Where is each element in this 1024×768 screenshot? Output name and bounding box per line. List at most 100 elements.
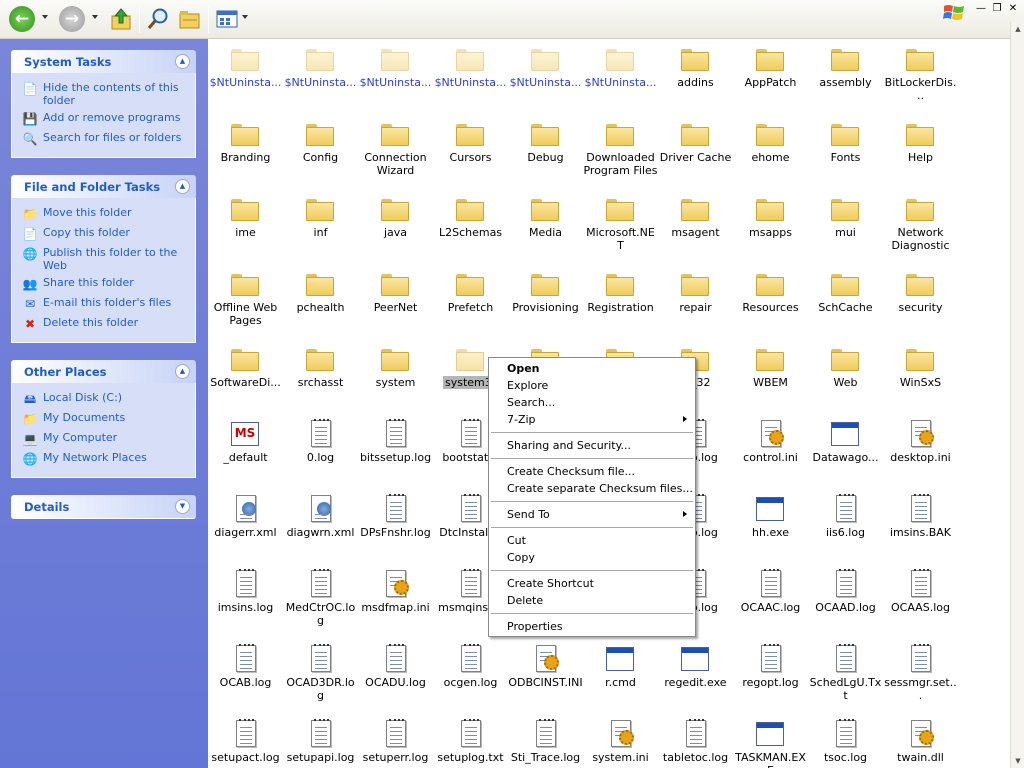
collapse-chevron-icon[interactable]: ▲ [175, 364, 190, 379]
folder-item[interactable]: Debug [508, 114, 583, 189]
scroll-down-icon[interactable]: ▼ [1011, 754, 1024, 768]
folder-item[interactable]: WBEM [733, 339, 808, 414]
restore-button[interactable]: ❐ [990, 2, 1004, 16]
file-item[interactable]: OCAAS.log [883, 564, 958, 639]
file-item[interactable]: imsins.log [208, 564, 283, 639]
file-item[interactable]: regedit.exe [658, 639, 733, 714]
task-link[interactable]: 🌐 Publish this folder to the Web [22, 246, 187, 272]
folder-item[interactable]: mui [808, 189, 883, 264]
folder-item[interactable]: PeerNet [358, 264, 433, 339]
expand-chevron-icon[interactable]: ▼ [175, 499, 190, 514]
task-link[interactable]: 📁 Move this folder [22, 206, 187, 222]
menu-item-7-zip[interactable]: 7-Zip [489, 411, 695, 428]
file-item[interactable]: OCAB.log [208, 639, 283, 714]
file-folder-tasks-header[interactable]: File and Folder Tasks ▲ [11, 175, 196, 198]
file-item[interactable]: Sti_Trace.log [508, 714, 583, 768]
file-item[interactable]: MedCtrOC.log [283, 564, 358, 639]
folder-item[interactable]: $NtUninsta... [208, 39, 283, 114]
folder-item[interactable]: Fonts [808, 114, 883, 189]
folder-item[interactable]: msagent [658, 189, 733, 264]
folders-button[interactable] [176, 5, 204, 33]
details-header[interactable]: Details ▼ [11, 495, 196, 519]
menu-item-delete[interactable]: Delete [489, 592, 695, 609]
file-item[interactable]: iis6.log [808, 489, 883, 564]
task-link[interactable]: 📄 Hide the contents of this folder [22, 81, 187, 107]
file-item[interactable]: bitssetup.log [358, 414, 433, 489]
file-item[interactable]: desktop.ini [883, 414, 958, 489]
folder-item[interactable]: Offline Web Pages [208, 264, 283, 339]
file-item[interactable]: SchedLgU.Txt [808, 639, 883, 714]
file-item[interactable]: setuperr.log [358, 714, 433, 768]
close-button[interactable]: ✕ [1006, 2, 1020, 16]
folder-item[interactable]: msapps [733, 189, 808, 264]
task-link[interactable]: 👥 Share this folder [22, 276, 187, 292]
forward-button[interactable]: → [58, 5, 86, 33]
folder-item[interactable]: Network Diagnostic [883, 189, 958, 264]
file-item[interactable]: ODBCINST.INI [508, 639, 583, 714]
system-tasks-header[interactable]: System Tasks ▲ [11, 50, 196, 73]
up-button[interactable] [108, 5, 134, 33]
file-item[interactable]: sessmgr.set... [883, 639, 958, 714]
folder-item[interactable]: addins [658, 39, 733, 114]
menu-item-create-separate-checksum-files[interactable]: Create separate Checksum files... [489, 480, 695, 497]
folder-item[interactable]: L2Schemas [433, 189, 508, 264]
file-item[interactable]: OCAAC.log [733, 564, 808, 639]
search-button[interactable] [144, 5, 172, 33]
folder-item[interactable]: Prefetch [433, 264, 508, 339]
views-button[interactable] [214, 5, 240, 33]
menu-item-copy[interactable]: Copy [489, 549, 695, 566]
folder-item[interactable]: $NtUninsta... [583, 39, 658, 114]
vertical-scrollbar[interactable]: ▲ ▼ [1010, 22, 1024, 768]
collapse-chevron-icon[interactable]: ▲ [175, 54, 190, 69]
folder-item[interactable]: pchealth [283, 264, 358, 339]
folder-item[interactable]: java [358, 189, 433, 264]
file-item[interactable]: tabletoc.log [658, 714, 733, 768]
task-link[interactable]: 📄 Copy this folder [22, 226, 187, 242]
other-places-header[interactable]: Other Places ▲ [11, 360, 196, 383]
folder-item[interactable]: Help [883, 114, 958, 189]
folder-item[interactable]: $NtUninsta... [283, 39, 358, 114]
folder-item[interactable]: $NtUninsta... [508, 39, 583, 114]
task-link[interactable]: 🌐 My Network Places [22, 451, 187, 467]
file-item[interactable]: control.ini [733, 414, 808, 489]
menu-item-create-shortcut[interactable]: Create Shortcut [489, 575, 695, 592]
folder-item[interactable]: assembly [808, 39, 883, 114]
file-item[interactable]: TASKMAN.EXE [733, 714, 808, 768]
folder-item[interactable]: SchCache [808, 264, 883, 339]
folder-item[interactable]: Connection Wizard [358, 114, 433, 189]
file-item[interactable]: setuplog.txt [433, 714, 508, 768]
task-link[interactable]: ✉ E-mail this folder's files [22, 296, 187, 312]
file-item[interactable]: twain.dll [883, 714, 958, 768]
scroll-up-icon[interactable]: ▲ [1011, 22, 1024, 36]
folder-item[interactable]: Web [808, 339, 883, 414]
folder-item[interactable]: $NtUninsta... [433, 39, 508, 114]
file-item[interactable]: tsoc.log [808, 714, 883, 768]
menu-item-explore[interactable]: Explore [489, 377, 695, 394]
file-item[interactable]: OCAD3DR.log [283, 639, 358, 714]
folder-item[interactable]: AppPatch [733, 39, 808, 114]
folder-item[interactable]: Config [283, 114, 358, 189]
file-item[interactable]: DPsFnshr.log [358, 489, 433, 564]
folder-item[interactable]: Cursors [433, 114, 508, 189]
minimize-button[interactable]: — [974, 2, 988, 16]
file-item[interactable]: 0.log [283, 414, 358, 489]
file-item[interactable]: r.cmd [583, 639, 658, 714]
folder-item[interactable]: Registration [583, 264, 658, 339]
folder-item[interactable]: Downloaded Program Files [583, 114, 658, 189]
collapse-chevron-icon[interactable]: ▲ [175, 179, 190, 194]
folder-item[interactable]: repair [658, 264, 733, 339]
folder-item[interactable]: $NtUninsta... [358, 39, 433, 114]
file-item[interactable]: system.ini [583, 714, 658, 768]
folder-item[interactable]: inf [283, 189, 358, 264]
folder-item[interactable]: Provisioning [508, 264, 583, 339]
folder-item[interactable]: BitLockerDis... [883, 39, 958, 114]
folder-item[interactable]: WinSxS [883, 339, 958, 414]
back-button[interactable]: ← [8, 5, 36, 33]
folder-item[interactable]: Resources [733, 264, 808, 339]
folder-item[interactable]: security [883, 264, 958, 339]
file-item[interactable]: diagwrn.xml [283, 489, 358, 564]
folder-item[interactable]: system [358, 339, 433, 414]
task-link[interactable]: 💻 My Computer [22, 431, 187, 447]
file-item[interactable]: Datawago... [808, 414, 883, 489]
task-link[interactable]: 📁 My Documents [22, 411, 187, 427]
